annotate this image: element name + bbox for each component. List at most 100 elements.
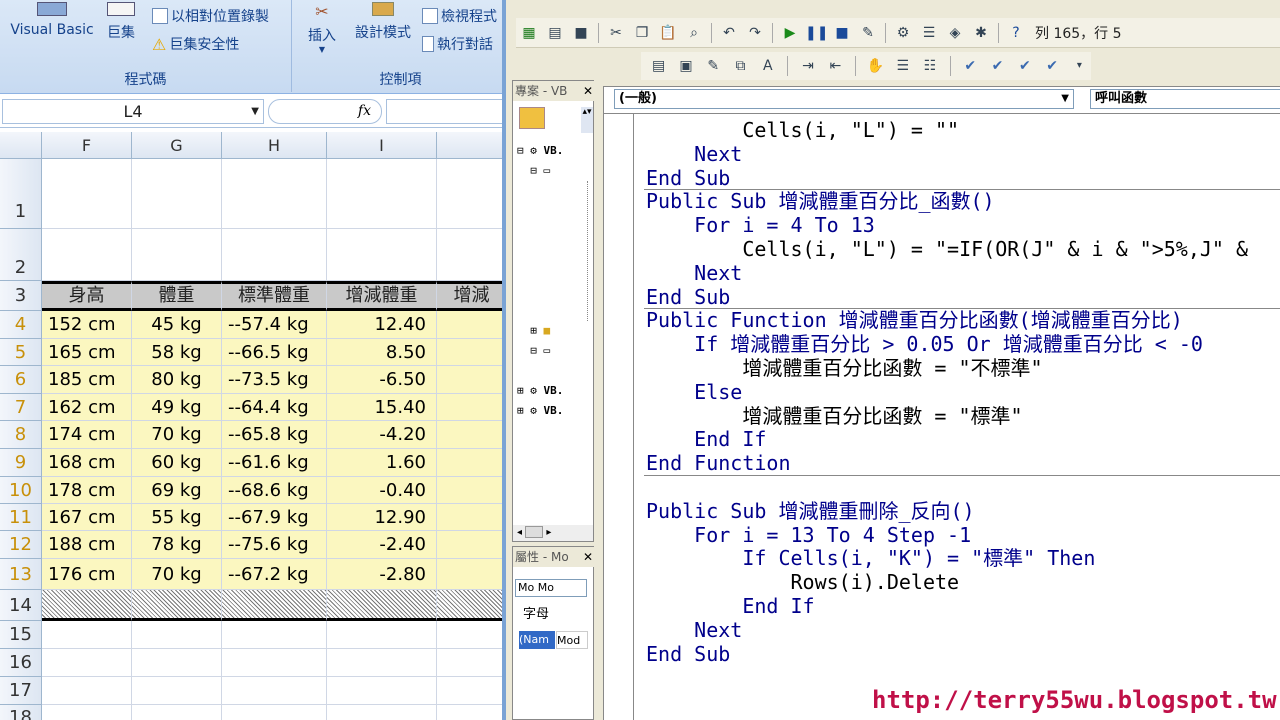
empty-cell[interactable] xyxy=(42,159,132,229)
table-cell[interactable]: 178 cm xyxy=(42,477,132,504)
empty-cell[interactable] xyxy=(132,705,222,720)
empty-cell[interactable] xyxy=(222,621,327,649)
empty-cell[interactable] xyxy=(327,159,437,229)
parameter-info-icon[interactable]: ⧉ xyxy=(731,56,750,76)
empty-cell[interactable] xyxy=(437,621,505,649)
next-bookmark-icon[interactable]: ✔ xyxy=(988,56,1007,76)
procedure-dropdown[interactable]: 呼叫函數 xyxy=(1090,89,1280,109)
save-icon[interactable]: ■ xyxy=(570,23,592,43)
row-header[interactable]: 5 xyxy=(0,339,42,366)
chevron-down-icon[interactable]: ▼ xyxy=(1061,90,1069,108)
outdent-icon[interactable]: ⇤ xyxy=(826,56,845,76)
close-icon[interactable]: ✕ xyxy=(583,81,593,101)
project-explorer-icon[interactable]: ⚙ xyxy=(892,23,914,43)
row-header[interactable]: 2 xyxy=(0,229,42,281)
row-header[interactable]: 17 xyxy=(0,677,42,705)
excel-icon[interactable]: ▦ xyxy=(518,23,540,43)
run-icon[interactable]: ▶ xyxy=(779,23,801,43)
tree-item[interactable]: ⊞ ⚙ VB. xyxy=(517,381,588,401)
empty-cell[interactable] xyxy=(327,229,437,281)
view-code-button[interactable]: 檢視程式 xyxy=(422,6,497,26)
column-header[interactable]: H xyxy=(222,132,327,159)
table-cell[interactable]: --67.2 kg xyxy=(222,559,327,590)
redo-icon[interactable]: ↷ xyxy=(744,23,766,43)
empty-cell[interactable] xyxy=(222,705,327,720)
run-dialog-button[interactable]: 執行對話 xyxy=(422,34,493,54)
row-header[interactable]: 13 xyxy=(0,559,42,590)
row-header[interactable]: 11 xyxy=(0,504,42,531)
table-cell[interactable]: --61.6 kg xyxy=(222,449,327,477)
properties-icon[interactable]: ☰ xyxy=(918,23,940,43)
table-cell[interactable]: 12.90 xyxy=(327,504,437,531)
table-cell[interactable]: -2.40 xyxy=(327,531,437,559)
chevron-down-icon[interactable]: ▼ xyxy=(251,100,259,123)
select-all-corner[interactable] xyxy=(0,132,42,159)
row-header[interactable]: 16 xyxy=(0,649,42,677)
table-cell[interactable]: 15.40 xyxy=(327,394,437,421)
property-name-cell[interactable]: (Nam xyxy=(519,631,555,649)
table-cell[interactable]: --65.8 kg xyxy=(222,421,327,449)
table-cell[interactable]: 70 kg xyxy=(132,421,222,449)
empty-cell[interactable] xyxy=(132,229,222,281)
row-header[interactable]: 7 xyxy=(0,394,42,421)
table-header-cell[interactable]: 增減 xyxy=(437,281,505,311)
insert-function-button[interactable]: fx xyxy=(268,99,382,124)
toolbox-icon[interactable]: ✱ xyxy=(970,23,992,43)
row-header[interactable]: 6 xyxy=(0,366,42,394)
property-value-cell[interactable]: Mod xyxy=(556,631,588,649)
object-dropdown[interactable]: (一般) ▼ xyxy=(614,89,1074,109)
row-header[interactable]: 10 xyxy=(0,477,42,504)
tree-item[interactable]: ⊟ ▭ xyxy=(517,161,588,181)
empty-cell[interactable] xyxy=(132,677,222,705)
table-cell[interactable] xyxy=(437,531,505,559)
table-cell[interactable]: -6.50 xyxy=(327,366,437,394)
table-cell[interactable] xyxy=(437,339,505,366)
table-cell[interactable]: 58 kg xyxy=(132,339,222,366)
relative-ref-button[interactable]: 以相對位置錄製 xyxy=(152,6,269,26)
table-cell[interactable]: -0.40 xyxy=(327,477,437,504)
insert-control-button[interactable]: ✂ 插入 ▼ xyxy=(302,2,342,54)
empty-cell[interactable] xyxy=(132,621,222,649)
empty-cell[interactable] xyxy=(42,229,132,281)
table-cell[interactable]: 168 cm xyxy=(42,449,132,477)
list-constants-icon[interactable]: ▣ xyxy=(676,56,695,76)
row-header[interactable]: 8 xyxy=(0,421,42,449)
table-cell[interactable]: 55 kg xyxy=(132,504,222,531)
toggle-breakpoint-icon[interactable]: ✋ xyxy=(866,56,885,76)
macros-button[interactable]: 巨集 xyxy=(100,2,142,42)
horizontal-scrollbar[interactable]: ◂ ▸ xyxy=(513,525,593,541)
empty-cell[interactable] xyxy=(327,621,437,649)
copy-icon[interactable]: ❐ xyxy=(631,23,653,43)
hatched-cell[interactable] xyxy=(437,590,505,621)
table-cell[interactable]: 162 cm xyxy=(42,394,132,421)
comment-block-icon[interactable]: ☰ xyxy=(893,56,912,76)
row-header[interactable]: 4 xyxy=(0,311,42,339)
table-cell[interactable] xyxy=(437,421,505,449)
design-mode-icon[interactable]: ✎ xyxy=(857,23,879,43)
table-cell[interactable]: --75.6 kg xyxy=(222,531,327,559)
table-cell[interactable] xyxy=(437,559,505,590)
project-scrollbar-right-tab[interactable]: ▴▾ xyxy=(581,107,593,133)
table-cell[interactable]: 185 cm xyxy=(42,366,132,394)
empty-cell[interactable] xyxy=(42,677,132,705)
table-cell[interactable]: 70 kg xyxy=(132,559,222,590)
column-header[interactable]: G xyxy=(132,132,222,159)
column-header[interactable]: I xyxy=(327,132,437,159)
code-editor[interactable]: Cells(i, "L") = "" Next End Sub Public Sub… xyxy=(604,113,1280,720)
row-header[interactable]: 12 xyxy=(0,531,42,559)
design-mode-button[interactable]: 設計模式 xyxy=(352,2,414,42)
quick-info-icon[interactable]: ✎ xyxy=(704,56,723,76)
empty-cell[interactable] xyxy=(327,705,437,720)
formula-input[interactable] xyxy=(386,99,505,124)
bookmark-icon[interactable]: ✔ xyxy=(961,56,980,76)
help-icon[interactable]: ? xyxy=(1005,23,1027,43)
column-header[interactable] xyxy=(437,132,505,159)
empty-cell[interactable] xyxy=(437,159,505,229)
uncomment-block-icon[interactable]: ☷ xyxy=(920,56,939,76)
table-cell[interactable]: 60 kg xyxy=(132,449,222,477)
table-cell[interactable]: 174 cm xyxy=(42,421,132,449)
table-cell[interactable]: 8.50 xyxy=(327,339,437,366)
table-cell[interactable]: --64.4 kg xyxy=(222,394,327,421)
table-header-cell[interactable]: 體重 xyxy=(132,281,222,311)
empty-cell[interactable] xyxy=(437,649,505,677)
